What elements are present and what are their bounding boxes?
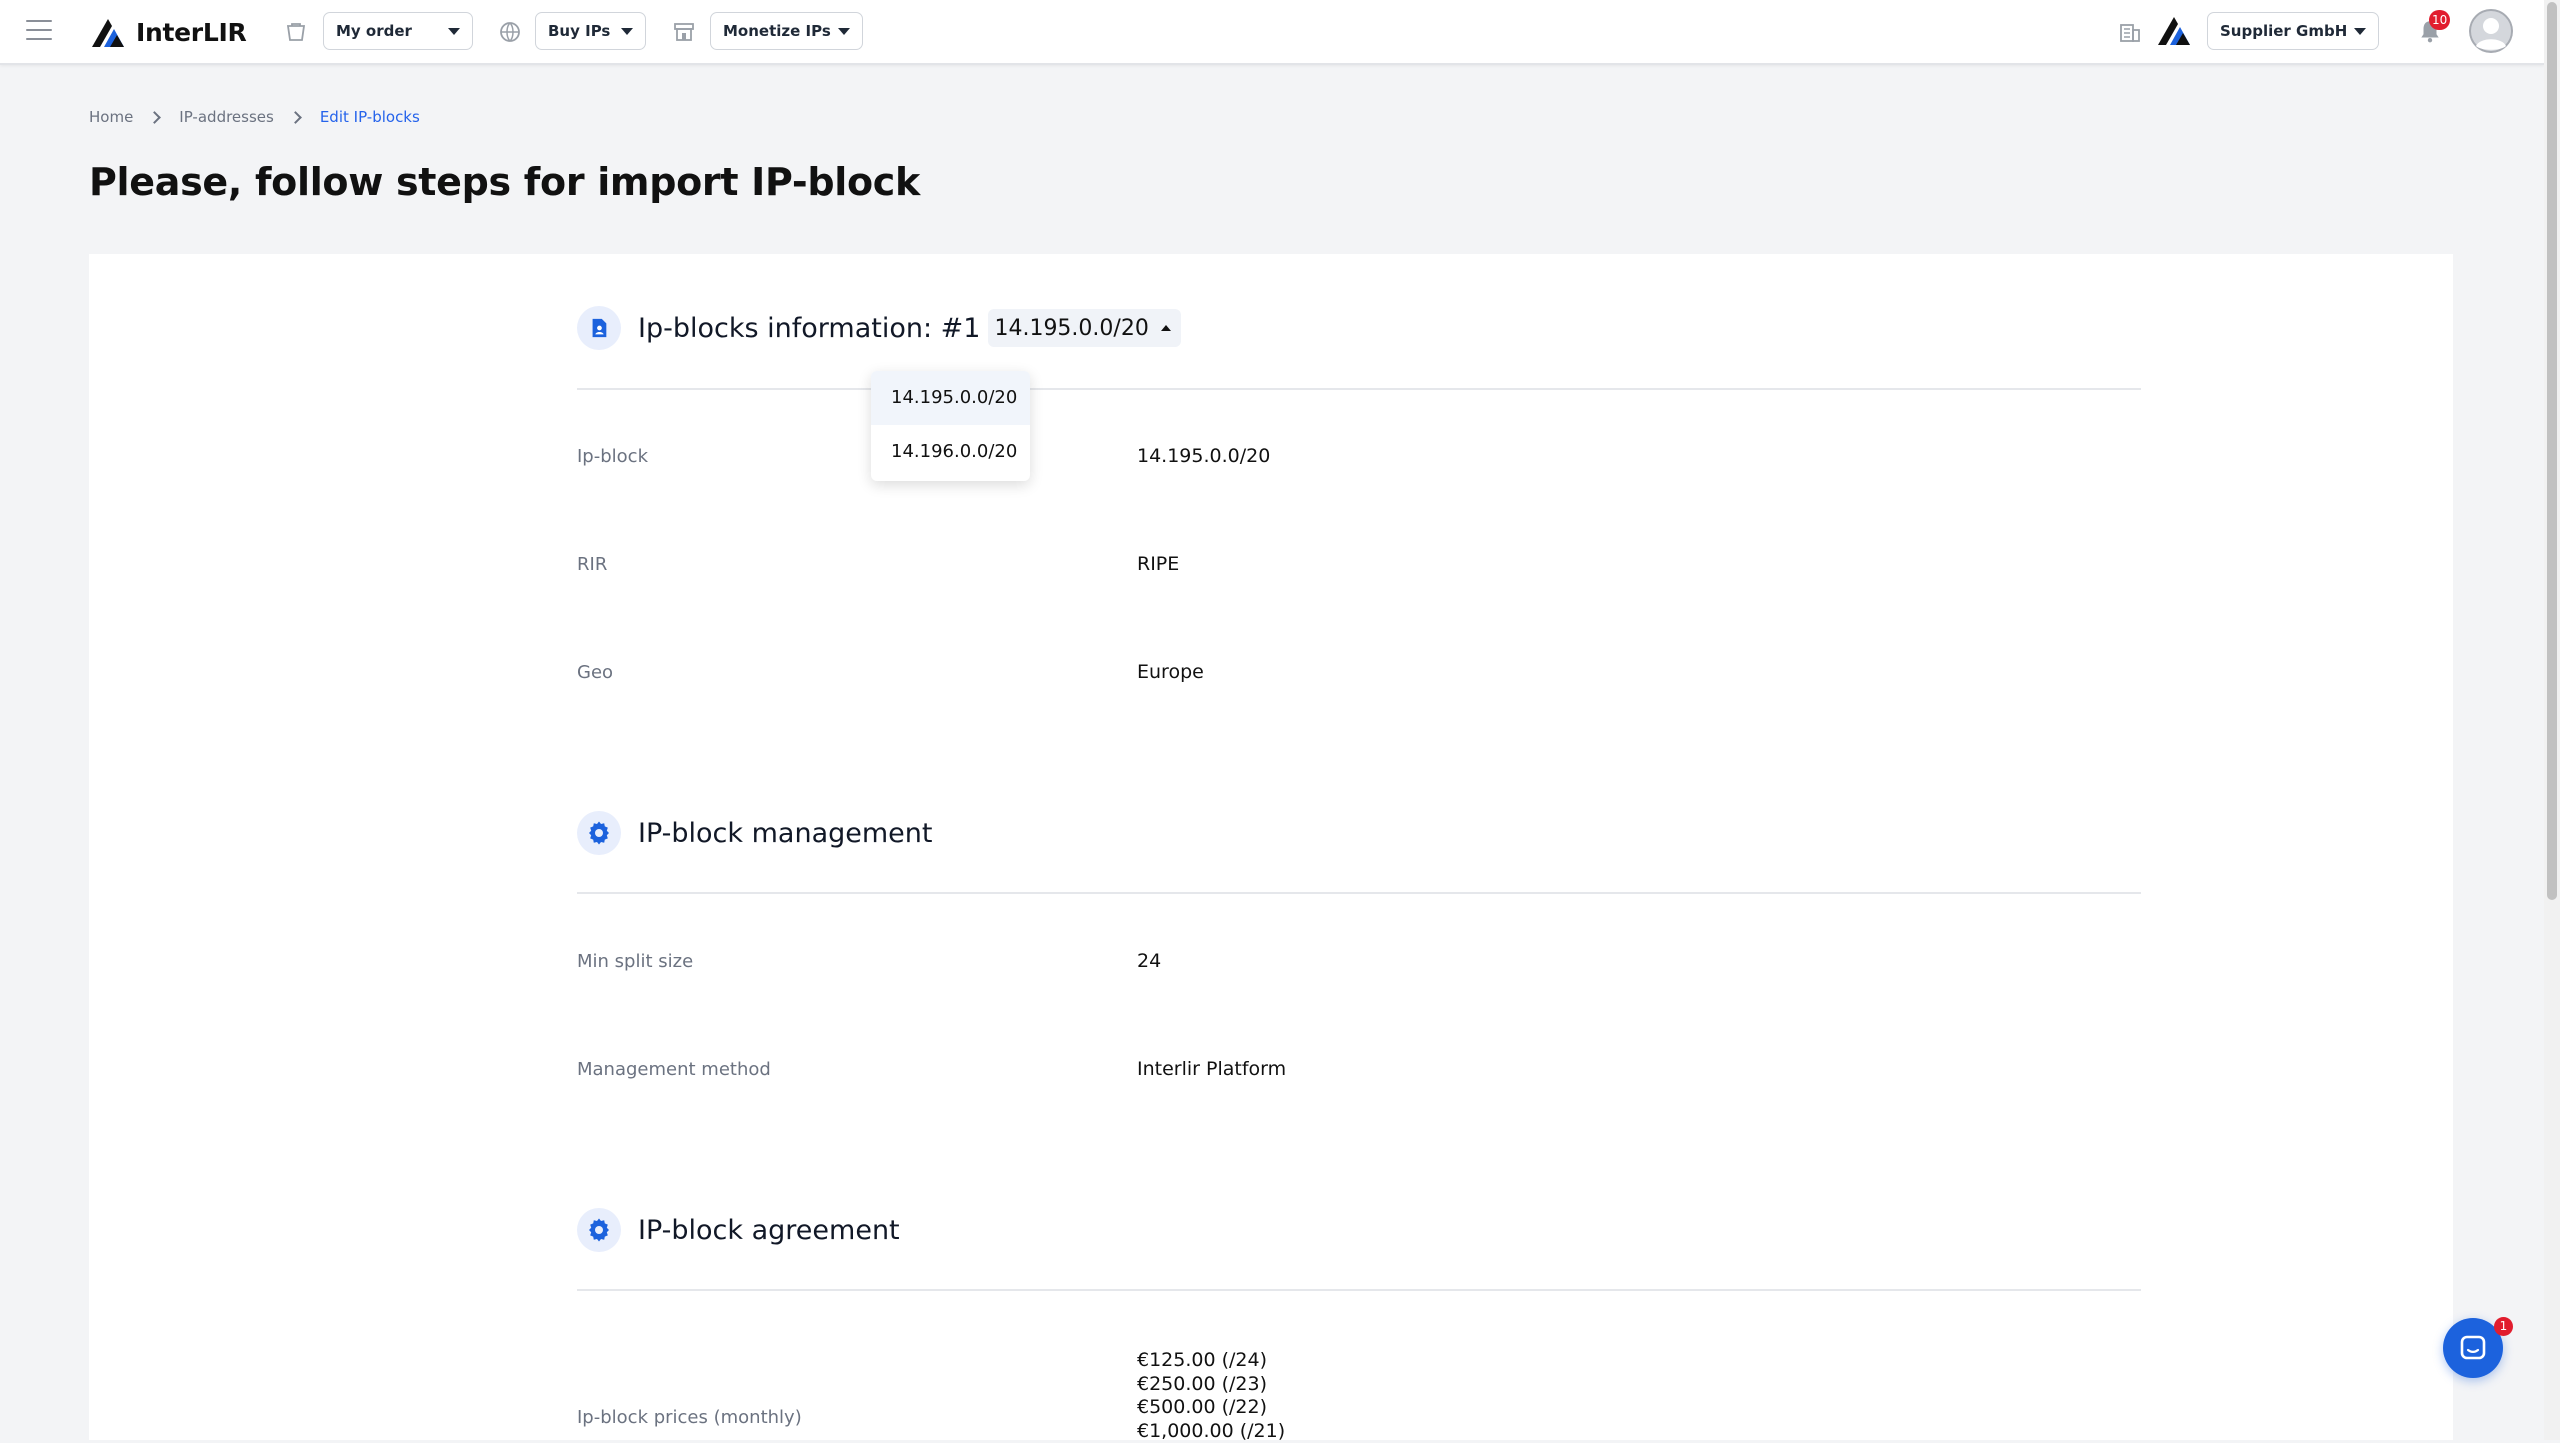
cart-icon: [284, 20, 308, 44]
chevron-down-icon: [2354, 28, 2366, 35]
scrollbar-thumb[interactable]: [2547, 2, 2557, 900]
my-order-label: My order: [336, 22, 412, 40]
chevron-right-icon: [289, 111, 302, 124]
breadcrumb-current: Edit IP-blocks: [320, 108, 420, 126]
section-agreement-title: IP-block agreement: [638, 1215, 900, 1246]
chevron-down-icon: [448, 28, 460, 35]
section-ip-blocks-info-header: Ip-blocks information: #1 14.195.0.0/20: [577, 306, 1181, 350]
section-divider: [577, 892, 2141, 894]
section-divider: [577, 1289, 2141, 1291]
section-management-header: IP-block management: [577, 811, 932, 855]
ip-block-option[interactable]: 14.196.0.0/20: [871, 425, 1030, 479]
price-item: €500.00 (/22): [1137, 1396, 1285, 1420]
ip-block-dropdown-menu: 14.195.0.0/20 14.196.0.0/20: [871, 371, 1030, 481]
management-method-label: Management method: [577, 1059, 771, 1080]
buy-ips-label: Buy IPs: [548, 22, 610, 40]
chat-icon: [2459, 1334, 2487, 1362]
chevron-up-icon: [1161, 325, 1171, 331]
ip-block-option[interactable]: 14.195.0.0/20: [871, 371, 1030, 425]
avatar[interactable]: [2469, 9, 2513, 53]
brand-logo[interactable]: InterLIR: [90, 15, 246, 49]
breadcrumb: Home IP-addresses Edit IP-blocks: [89, 108, 420, 126]
section-ip-blocks-info-title: Ip-blocks information: #1: [638, 313, 980, 344]
breadcrumb-ip-addresses[interactable]: IP-addresses: [179, 108, 274, 126]
section-agreement-header: IP-block agreement: [577, 1208, 900, 1252]
company-dropdown[interactable]: Supplier GmbH: [2207, 12, 2379, 50]
ip-block-select-value: 14.195.0.0/20: [994, 316, 1148, 341]
gear-icon: [577, 1208, 621, 1252]
building-icon: [2118, 20, 2142, 44]
ip-block-value: 14.195.0.0/20: [1137, 445, 1270, 467]
page-title: Please, follow steps for import IP-block: [89, 160, 920, 204]
price-item: €125.00 (/24): [1137, 1349, 1285, 1373]
ip-block-label: Ip-block: [577, 446, 648, 467]
interlir-logo-icon: [90, 17, 128, 47]
company-logo-icon: [2156, 15, 2194, 45]
breadcrumb-home[interactable]: Home: [89, 108, 133, 126]
store-icon: [672, 20, 696, 44]
section-management-title: IP-block management: [638, 818, 932, 849]
monetize-ips-label: Monetize IPs: [723, 22, 831, 40]
brand-name: InterLIR: [136, 18, 246, 47]
ip-block-select[interactable]: 14.195.0.0/20: [988, 309, 1180, 347]
section-divider: [577, 388, 2141, 390]
chevron-down-icon: [621, 28, 633, 35]
user-avatar-icon: [2469, 9, 2513, 53]
management-method-value: Interlir Platform: [1137, 1058, 1286, 1080]
menu-icon[interactable]: [26, 20, 52, 42]
monetize-ips-dropdown[interactable]: Monetize IPs: [710, 12, 863, 50]
geo-label: Geo: [577, 662, 613, 683]
company-label: Supplier GmbH: [2220, 22, 2347, 40]
document-user-icon: [577, 306, 621, 350]
min-split-size-label: Min split size: [577, 951, 693, 972]
rir-value: RIPE: [1137, 553, 1179, 575]
ip-block-prices-label: Ip-block prices (monthly): [577, 1407, 802, 1428]
globe-icon: [498, 20, 522, 44]
gear-icon: [577, 811, 621, 855]
min-split-size-value: 24: [1137, 950, 1161, 972]
rir-label: RIR: [577, 554, 607, 575]
chevron-down-icon: [838, 28, 850, 35]
notifications-badge: 10: [2429, 10, 2450, 30]
top-navigation-bar: InterLIR My order Buy IPs Monetize IPs: [0, 0, 2544, 65]
price-item: €250.00 (/23): [1137, 1373, 1285, 1397]
import-steps-card: Ip-blocks information: #1 14.195.0.0/20 …: [89, 254, 2453, 1440]
price-item: €1,000.00 (/21): [1137, 1420, 1285, 1443]
chevron-right-icon: [148, 111, 161, 124]
geo-value: Europe: [1137, 661, 1204, 683]
ip-block-prices-list: €125.00 (/24) €250.00 (/23) €500.00 (/22…: [1137, 1349, 1285, 1443]
my-order-dropdown[interactable]: My order: [323, 12, 473, 50]
buy-ips-dropdown[interactable]: Buy IPs: [535, 12, 646, 50]
chat-unread-badge: 1: [2494, 1317, 2513, 1336]
